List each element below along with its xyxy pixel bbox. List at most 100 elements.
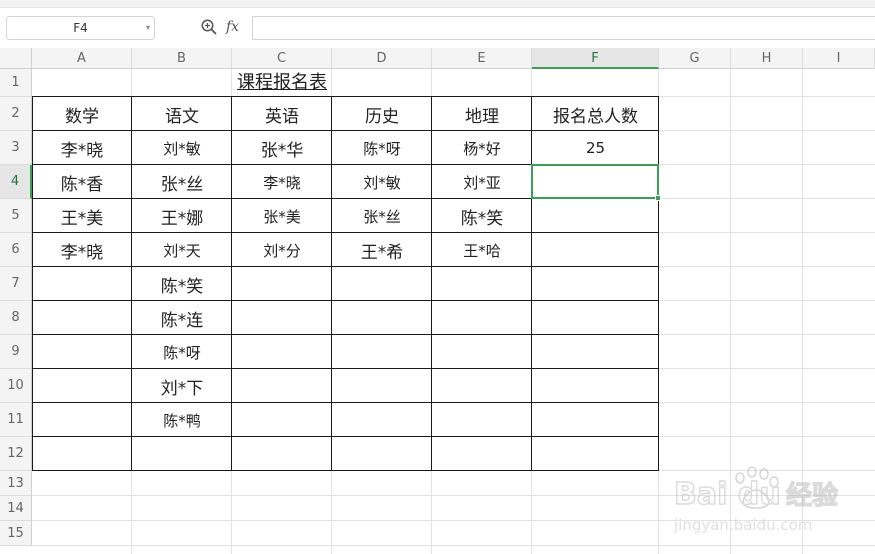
cell-d12[interactable] (332, 437, 432, 471)
cell-b2[interactable]: 语文 (132, 97, 232, 131)
cell-f12[interactable] (532, 437, 659, 471)
column-header-a[interactable]: A (32, 48, 132, 69)
cell-c4[interactable]: 李*晓 (232, 165, 332, 199)
cell-c12[interactable] (232, 437, 332, 471)
cell-c5[interactable]: 张*美 (232, 199, 332, 233)
cell-a6[interactable]: 李*晓 (32, 233, 132, 267)
row-header-9[interactable]: 9 (0, 335, 32, 369)
cell-d6[interactable]: 王*希 (332, 233, 432, 267)
cell-a12[interactable] (32, 437, 132, 471)
cell-e8[interactable] (432, 301, 532, 335)
row-header-15[interactable]: 15 (0, 521, 32, 546)
cell-f5[interactable] (532, 199, 659, 233)
row-header-7[interactable]: 7 (0, 267, 32, 301)
cell-b7[interactable]: 陈*笑 (132, 267, 232, 301)
zoom-icon[interactable] (200, 18, 218, 36)
column-header-d[interactable]: D (332, 48, 432, 69)
cell-a4[interactable]: 陈*香 (32, 165, 132, 199)
cell-b8[interactable]: 陈*连 (132, 301, 232, 335)
cell-e5[interactable]: 陈*笑 (432, 199, 532, 233)
row-header-12[interactable]: 12 (0, 437, 32, 471)
cell-d10[interactable] (332, 369, 432, 403)
row-header-1[interactable]: 1 (0, 69, 32, 97)
cell-d8[interactable] (332, 301, 432, 335)
cell-f9[interactable] (532, 335, 659, 369)
cell-c8[interactable] (232, 301, 332, 335)
column-header-c[interactable]: C (232, 48, 332, 69)
cell-f8[interactable] (532, 301, 659, 335)
cell-b10[interactable]: 刘*下 (132, 369, 232, 403)
cell-b11[interactable]: 陈*鸭 (132, 403, 232, 437)
cell-f10[interactable] (532, 369, 659, 403)
cell-a2[interactable]: 数学 (32, 97, 132, 131)
cell-e3[interactable]: 杨*好 (432, 131, 532, 165)
cell-c10[interactable] (232, 369, 332, 403)
cell-f3[interactable]: 25 (532, 131, 659, 165)
cell-d2[interactable]: 历史 (332, 97, 432, 131)
fx-icon[interactable]: fx (226, 16, 239, 38)
cell-a7[interactable] (32, 267, 132, 301)
row-header-14[interactable]: 14 (0, 496, 32, 521)
cell-e4[interactable]: 刘*亚 (432, 165, 532, 199)
cell-d3[interactable]: 陈*呀 (332, 131, 432, 165)
row-header-2[interactable]: 2 (0, 97, 32, 131)
row-header-11[interactable]: 11 (0, 403, 32, 437)
row-header-3[interactable]: 3 (0, 131, 32, 165)
row-header-4[interactable]: 4 (0, 165, 32, 199)
cell-a8[interactable] (32, 301, 132, 335)
cell-c11[interactable] (232, 403, 332, 437)
cell-d4[interactable]: 刘*敏 (332, 165, 432, 199)
row-header-8[interactable]: 8 (0, 301, 32, 335)
cell-a9[interactable] (32, 335, 132, 369)
active-cell-outline[interactable] (531, 164, 659, 199)
cell-f6[interactable] (532, 233, 659, 267)
cell-d7[interactable] (332, 267, 432, 301)
cell-c6[interactable]: 刘*分 (232, 233, 332, 267)
cell-b5[interactable]: 王*娜 (132, 199, 232, 233)
cell-f2[interactable]: 报名总人数 (532, 97, 659, 131)
cell-b9[interactable]: 陈*呀 (132, 335, 232, 369)
cell-f11[interactable] (532, 403, 659, 437)
cell-a5[interactable]: 王*美 (32, 199, 132, 233)
cell-e6[interactable]: 王*哈 (432, 233, 532, 267)
cell-e9[interactable] (432, 335, 532, 369)
cell-b3[interactable]: 刘*敏 (132, 131, 232, 165)
cell-b4[interactable]: 张*丝 (132, 165, 232, 199)
cell-d9[interactable] (332, 335, 432, 369)
column-header-b[interactable]: B (132, 48, 232, 69)
cell-d5[interactable]: 张*丝 (332, 199, 432, 233)
row-header-10[interactable]: 10 (0, 369, 32, 403)
column-header-i[interactable]: I (803, 48, 875, 69)
cell-c9[interactable] (232, 335, 332, 369)
chevron-down-icon[interactable]: ▾ (146, 17, 150, 39)
fill-handle[interactable] (655, 195, 661, 201)
cell-a10[interactable] (32, 369, 132, 403)
column-header-f[interactable]: F (532, 48, 659, 69)
formula-input[interactable] (252, 16, 875, 40)
column-header-h[interactable]: H (731, 48, 803, 69)
cell-e11[interactable] (432, 403, 532, 437)
cell-c3[interactable]: 张*华 (232, 131, 332, 165)
row-header-13[interactable]: 13 (0, 471, 32, 496)
cell-e2[interactable]: 地理 (432, 97, 532, 131)
watermark-url: jingyan.baidu.com (673, 516, 812, 534)
cell-e10[interactable] (432, 369, 532, 403)
cell-c7[interactable] (232, 267, 332, 301)
row-header-5[interactable]: 5 (0, 199, 32, 233)
formula-bar: F4 ▾ fx (0, 0, 875, 48)
cell-b12[interactable] (132, 437, 232, 471)
column-header-e[interactable]: E (432, 48, 532, 69)
cell-a3[interactable]: 李*晓 (32, 131, 132, 165)
cell-e12[interactable] (432, 437, 532, 471)
sheet-title[interactable]: 课程报名表 (228, 71, 336, 95)
cell-e7[interactable] (432, 267, 532, 301)
cell-c2[interactable]: 英语 (232, 97, 332, 131)
select-all-corner[interactable] (0, 48, 32, 69)
cell-a11[interactable] (32, 403, 132, 437)
cell-f7[interactable] (532, 267, 659, 301)
cell-b6[interactable]: 刘*天 (132, 233, 232, 267)
name-box[interactable]: F4 ▾ (6, 16, 155, 40)
column-header-g[interactable]: G (659, 48, 731, 69)
row-header-6[interactable]: 6 (0, 233, 32, 267)
cell-d11[interactable] (332, 403, 432, 437)
